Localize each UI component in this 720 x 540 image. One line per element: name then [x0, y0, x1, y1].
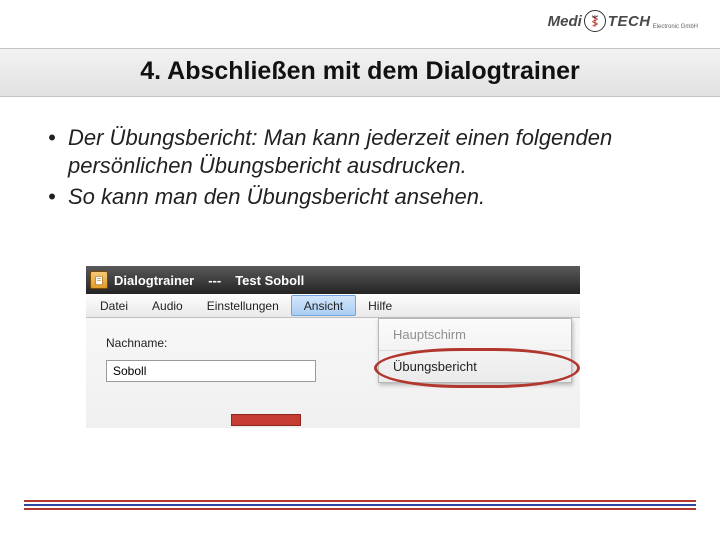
red-marker-icon	[231, 414, 301, 426]
menu-item-audio[interactable]: Audio	[140, 294, 195, 317]
dropdown-item-uebungsbericht[interactable]: Übungsbericht	[379, 351, 571, 382]
nachname-input[interactable]	[106, 360, 316, 382]
brand-logo: Medi TECH Electronic GmbH	[548, 10, 698, 32]
dropdown-item-hauptschirm[interactable]: Hauptschirm	[379, 319, 571, 351]
menu-bar: Datei Audio Einstellungen Ansicht Hilfe	[86, 294, 580, 318]
slide-title: 4. Abschließen mit dem Dialogtrainer	[0, 57, 720, 86]
menu-item-ansicht[interactable]: Ansicht	[291, 295, 356, 316]
window-user: Test Soboll	[235, 273, 304, 288]
window-app-name: Dialogtrainer	[114, 273, 194, 288]
window-titlebar: Dialogtrainer --- Test Soboll	[86, 266, 580, 294]
logo-sub: Electronic GmbH	[653, 24, 698, 30]
bullet-item: So kann man den Übungsbericht ansehen.	[48, 183, 672, 211]
menu-item-datei[interactable]: Datei	[88, 294, 140, 317]
footer-divider	[24, 498, 696, 510]
bullet-list: Der Übungsbericht: Man kann jederzeit ei…	[48, 124, 672, 215]
menu-item-einstellungen[interactable]: Einstellungen	[195, 294, 291, 317]
window-separator: ---	[208, 273, 221, 288]
slide-title-bar: 4. Abschließen mit dem Dialogtrainer	[0, 48, 720, 97]
app-screenshot: Dialogtrainer --- Test Soboll Datei Audi…	[86, 266, 580, 428]
ansicht-dropdown: Hauptschirm Übungsbericht	[378, 318, 572, 383]
logo-right: TECH	[608, 13, 651, 30]
app-icon	[90, 271, 108, 289]
logo-left: Medi	[548, 13, 582, 30]
menu-item-hilfe[interactable]: Hilfe	[356, 294, 404, 317]
window-client-area: Nachname: Hauptschirm Übungsbericht	[86, 318, 580, 428]
caduceus-icon	[584, 10, 606, 32]
bullet-item: Der Übungsbericht: Man kann jederzeit ei…	[48, 124, 672, 179]
